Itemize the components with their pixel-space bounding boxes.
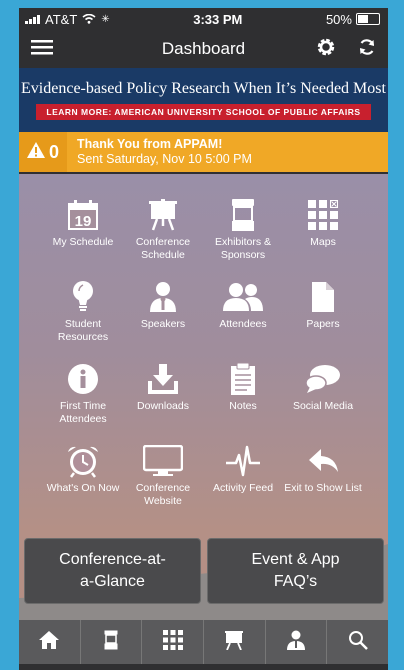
tile-speakers[interactable]: Speakers <box>123 278 203 346</box>
tile-label: Attendees <box>219 318 267 330</box>
easel-icon <box>148 196 178 234</box>
signal-icon <box>25 14 40 24</box>
tab-maps[interactable] <box>142 620 205 664</box>
alert-title: Thank You from APPAM! <box>77 137 223 151</box>
battery-percent: 50% <box>325 11 352 27</box>
tile-label: Activity Feed <box>212 482 274 494</box>
button-label: Event & App FAQ’s <box>251 551 340 590</box>
tile-label: Social Media <box>292 400 354 412</box>
tile-label: Papers <box>306 318 340 330</box>
home-icon <box>38 630 60 655</box>
tab-exhibitors[interactable] <box>81 620 143 664</box>
banner-headline: Evidence-based Policy Research When It’s… <box>21 80 386 97</box>
banner-cta[interactable]: LEARN MORE: AMERICAN UNIVERSITY SCHOOL O… <box>36 104 371 120</box>
map-grid-icon <box>307 196 339 234</box>
tab-home[interactable] <box>19 620 81 664</box>
booth-icon <box>104 630 118 655</box>
tile-notes[interactable]: Notes <box>203 360 283 428</box>
alarm-clock-icon <box>66 442 100 480</box>
battery-icon <box>355 13 380 25</box>
monitor-icon <box>143 442 183 480</box>
tile-label: Exit to Show List <box>284 482 362 494</box>
speaker-icon <box>148 278 178 316</box>
tile-exhibitors-sponsors[interactable]: Exhibitors & Sponsors <box>203 196 283 264</box>
tile-label: Conference Website <box>135 482 191 507</box>
app-screen: AT&T ✳ 3:33 PM 50% Dashboard Evidence-ba… <box>19 8 388 670</box>
bottom-tab-bar <box>19 620 388 664</box>
tile-label: Student Resources <box>57 318 109 343</box>
alert-bar[interactable]: 0 Thank You from APPAM! Sent Saturday, N… <box>19 132 388 172</box>
navigation-bar: Dashboard <box>19 30 388 68</box>
alert-count-badge: 0 <box>19 132 67 172</box>
tile-label: My Schedule <box>52 236 114 248</box>
tab-search[interactable] <box>327 620 388 664</box>
alert-subtitle: Sent Saturday, Nov 10 5:00 PM <box>77 152 252 166</box>
pulse-icon <box>225 442 261 480</box>
tile-my-schedule[interactable]: 19 My Schedule <box>43 196 123 264</box>
search-icon <box>348 630 368 655</box>
wifi-icon <box>82 12 96 27</box>
calendar-icon: 19 <box>67 196 99 234</box>
tile-activity-feed[interactable]: Activity Feed <box>203 442 283 510</box>
tile-label: Exhibitors & Sponsors <box>214 236 272 261</box>
warning-icon <box>26 141 45 163</box>
map-grid-icon <box>162 629 183 655</box>
chat-bubbles-icon <box>305 360 341 398</box>
back-arrow-icon <box>307 442 339 480</box>
feature-grid: 19 My Schedule Conference Schedule Exhib… <box>43 196 363 510</box>
button-label: Conference-at-a-Glance <box>59 551 166 590</box>
event-app-faqs-button[interactable]: Event & App FAQ’s <box>207 538 384 604</box>
tile-social-media[interactable]: Social Media <box>283 360 363 428</box>
tile-student-resources[interactable]: Student Resources <box>43 278 123 346</box>
status-bar: AT&T ✳ 3:33 PM 50% <box>19 8 388 30</box>
tile-label: Speakers <box>140 318 186 330</box>
easel-icon <box>224 630 244 655</box>
lightbulb-icon <box>71 278 95 316</box>
clock-time: 3:33 PM <box>193 11 243 27</box>
tile-label: Maps <box>310 236 336 248</box>
tile-maps[interactable]: Maps <box>283 196 363 264</box>
quick-links: Conference-at-a-Glance Event & App FAQ’s <box>24 538 384 604</box>
tile-exit-to-show-list[interactable]: Exit to Show List <box>283 442 363 510</box>
tile-papers[interactable]: Papers <box>283 278 363 346</box>
tile-first-time-attendees[interactable]: First Time Attendees <box>43 360 123 428</box>
carrier-label: AT&T <box>45 11 78 27</box>
booth-icon <box>231 196 255 234</box>
tile-label: First Time Attendees <box>59 400 107 425</box>
tile-whats-on-now[interactable]: What's On Now <box>43 442 123 510</box>
tile-label: Downloads <box>137 400 189 412</box>
tile-attendees[interactable]: Attendees <box>203 278 283 346</box>
tile-label: What's On Now <box>46 482 120 494</box>
sponsor-banner[interactable]: Evidence-based Policy Research When It’s… <box>19 68 388 132</box>
menu-icon[interactable] <box>31 39 53 60</box>
calendar-day: 19 <box>75 213 92 230</box>
people-icon <box>223 278 263 316</box>
tile-conference-website[interactable]: Conference Website <box>123 442 203 510</box>
tile-downloads[interactable]: Downloads <box>123 360 203 428</box>
tile-conference-schedule[interactable]: Conference Schedule <box>123 196 203 264</box>
download-icon <box>146 360 180 398</box>
tab-speakers[interactable] <box>266 620 328 664</box>
tab-schedule[interactable] <box>204 620 266 664</box>
activity-spinner-icon: ✳ <box>101 13 110 25</box>
refresh-icon[interactable] <box>358 38 376 61</box>
dashboard-content: 19 My Schedule Conference Schedule Exhib… <box>19 174 388 620</box>
alert-count: 0 <box>48 141 59 162</box>
tile-label: Notes <box>229 400 257 412</box>
conference-at-a-glance-button[interactable]: Conference-at-a-Glance <box>24 538 201 604</box>
notepad-icon <box>230 360 256 398</box>
info-icon <box>67 360 99 398</box>
document-icon <box>311 278 335 316</box>
speaker-icon <box>286 630 306 655</box>
tile-label: Conference Schedule <box>135 236 191 261</box>
gear-icon[interactable] <box>316 37 336 62</box>
